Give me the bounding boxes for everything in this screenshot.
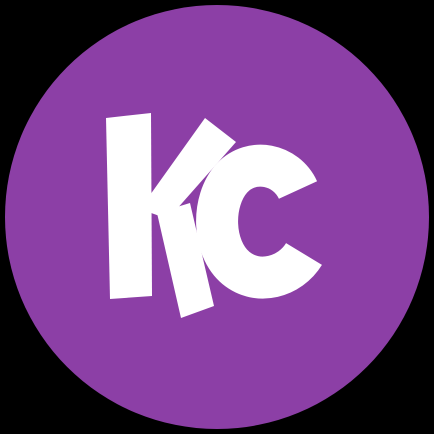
app-icon-canvas (0, 0, 434, 434)
kc-logo (5, 5, 429, 429)
